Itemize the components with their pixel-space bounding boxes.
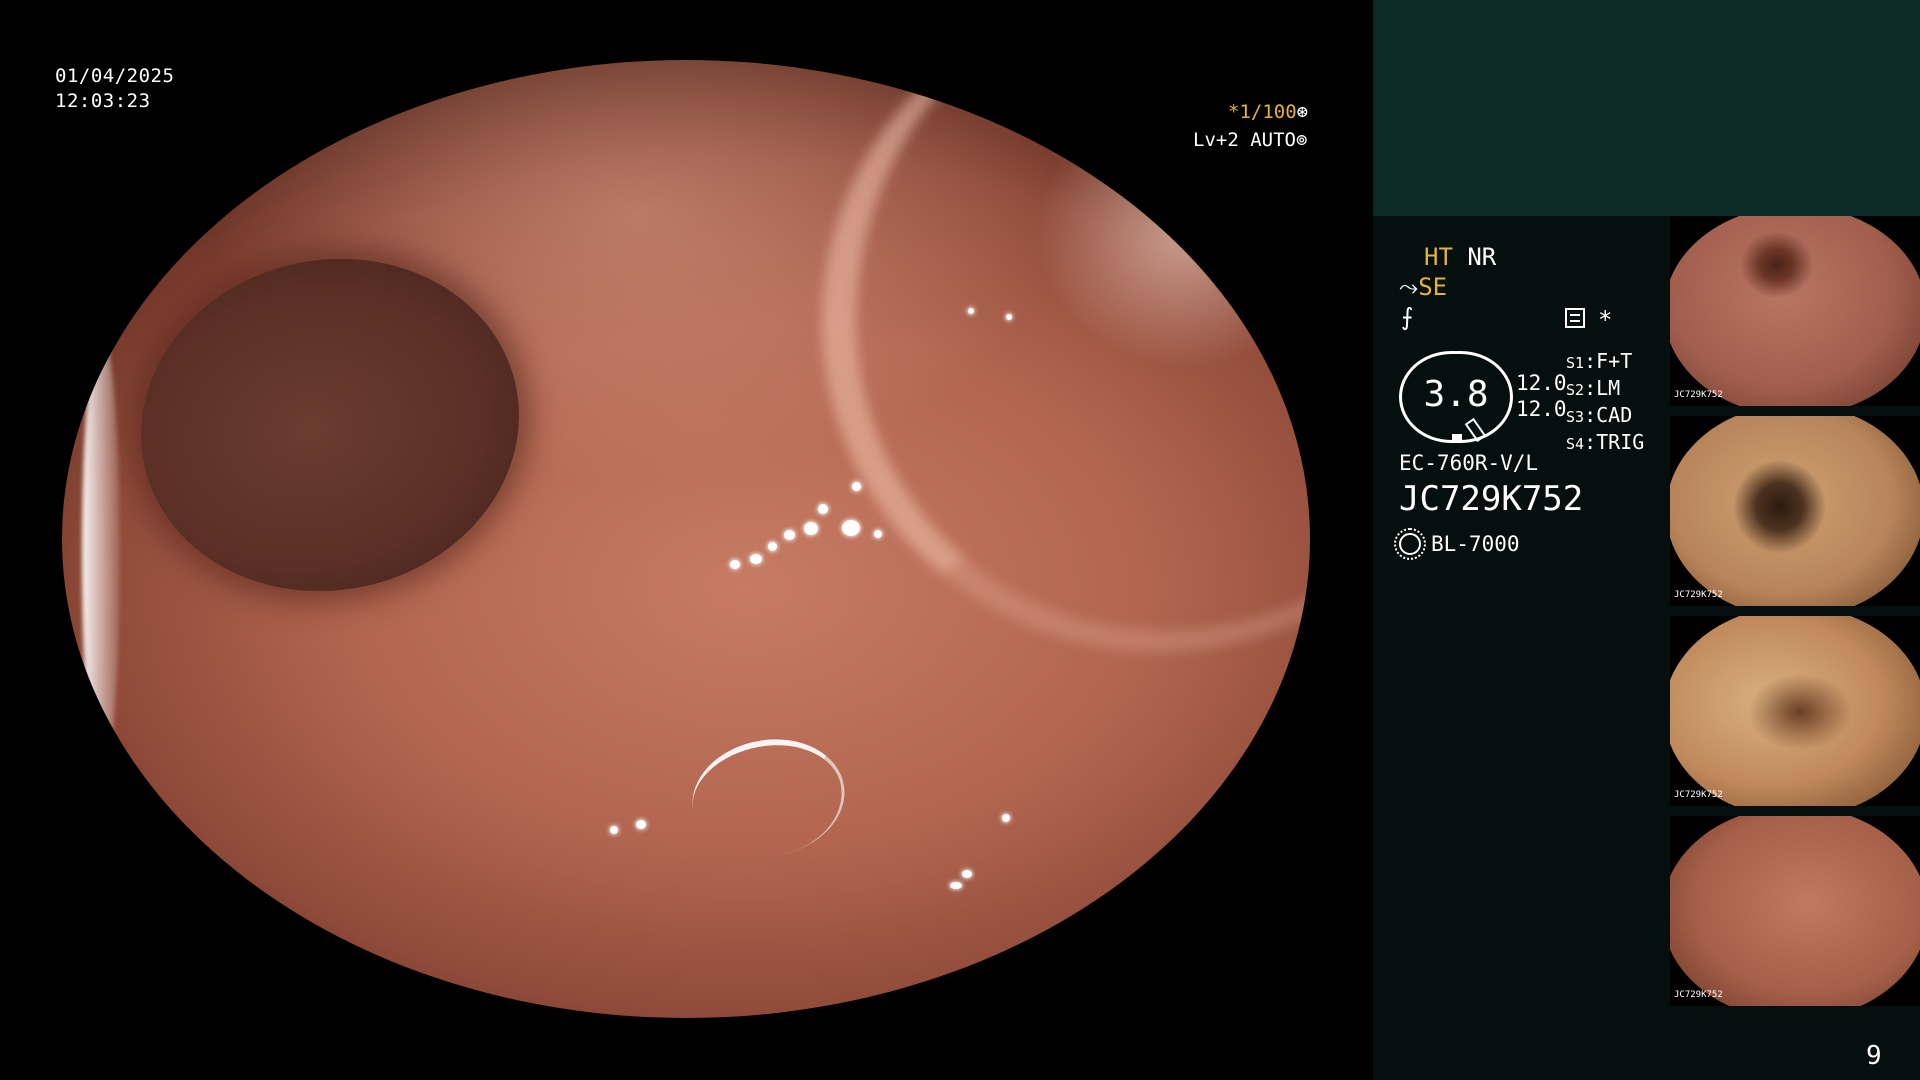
thumbnail[interactable]: JC729K752	[1670, 216, 1920, 406]
shutter-text: *1/100	[1228, 101, 1297, 123]
glare-spot	[784, 530, 795, 540]
gain-values: 12.0 12.0	[1516, 370, 1567, 422]
scope-model: EC-760R-V/L	[1399, 451, 1539, 475]
thumbnail-caption: JC729K752	[1674, 790, 1723, 800]
mode-se: ⤳SE	[1399, 273, 1447, 301]
zoom-gauge: 3.8	[1399, 351, 1513, 443]
thumbnail[interactable]: JC729K752	[1670, 416, 1920, 606]
switch-item: S4:TRIG	[1566, 430, 1645, 454]
pen-icon	[1464, 417, 1487, 443]
thumbnail[interactable]: JC729K752	[1670, 816, 1920, 1006]
date-time: 01/04/2025 12:03:23	[55, 64, 174, 114]
glare-spot	[750, 554, 762, 564]
iris-text: Lv+2 AUTO	[1193, 129, 1296, 151]
glare-spot	[768, 542, 777, 551]
thumbnail-image	[1670, 216, 1920, 406]
star-mark: *	[1598, 306, 1613, 334]
thumbnail-caption: JC729K752	[1674, 390, 1723, 400]
glare-spot	[874, 530, 882, 538]
mode-ht-nr: HT NR	[1424, 243, 1496, 271]
iris-icon: ⊚	[1295, 129, 1308, 151]
zoom-value: 3.8	[1423, 374, 1489, 415]
gain-value-2: 12.0	[1516, 397, 1567, 421]
light-edge	[82, 330, 120, 780]
glare-spot	[1002, 814, 1010, 822]
f-symbol-icon: ⨍	[1401, 303, 1414, 331]
glare-spot	[968, 308, 974, 314]
date-text: 01/04/2025	[55, 65, 175, 87]
lumen	[109, 224, 551, 626]
glare-spot	[818, 504, 828, 514]
switch-item: S2:LM	[1566, 376, 1621, 400]
sidebar-header-panel	[1373, 0, 1920, 216]
light-source: BL-7000	[1394, 528, 1520, 560]
time-text: 12:03:23	[55, 90, 151, 112]
ring-reflection	[683, 727, 854, 869]
glare-spot	[950, 882, 962, 889]
memory-icon	[1565, 308, 1585, 328]
endoscope-image	[62, 60, 1310, 1018]
glare-spot	[610, 826, 618, 834]
thumbnail-image	[1670, 416, 1920, 606]
thumbnail-image	[1670, 816, 1920, 1006]
gain-value-1: 12.0	[1516, 371, 1567, 395]
thumbnail-image	[1670, 616, 1920, 806]
capture-thumbnails: JC729K752 JC729K752 JC729K752 JC729K752	[1670, 216, 1920, 1016]
glare-spot	[962, 870, 972, 878]
thumbnail-caption: JC729K752	[1674, 590, 1723, 600]
glare-spot	[852, 482, 861, 491]
gauge-marker-icon	[1452, 434, 1462, 441]
switch-item: S1:F+T	[1566, 349, 1633, 373]
se-label: SE	[1418, 273, 1448, 301]
glare-spot	[730, 560, 740, 569]
nr-label: NR	[1467, 243, 1497, 271]
glare-spot	[804, 522, 818, 535]
switch-item: S3:CAD	[1566, 403, 1633, 427]
endoscope-view-area: 01/04/2025 12:03:23 *1/100⊛ Lv+2 AUTO⊚	[0, 0, 1372, 1080]
thumbnail[interactable]: JC729K752	[1670, 616, 1920, 806]
iris-readout: Lv+2 AUTO⊚	[1193, 128, 1307, 152]
glare-spot	[842, 520, 860, 536]
light-source-label: BL-7000	[1431, 532, 1520, 556]
se-symbol-icon: ⤳	[1399, 273, 1419, 301]
scope-serial: JC729K752	[1399, 479, 1584, 519]
glare-spot	[636, 820, 646, 829]
thumbnail-caption: JC729K752	[1674, 990, 1723, 1000]
page-number: 9	[1866, 1041, 1882, 1071]
aperture-icon: ⊛	[1296, 101, 1309, 123]
glare-spot	[1006, 314, 1012, 320]
scope-switch-list: S1:F+T S2:LM S3:CAD S4:TRIG	[1566, 349, 1644, 457]
shutter-readout: *1/100⊛	[1228, 100, 1308, 124]
light-source-icon	[1394, 528, 1426, 560]
ht-label: HT	[1424, 243, 1453, 271]
